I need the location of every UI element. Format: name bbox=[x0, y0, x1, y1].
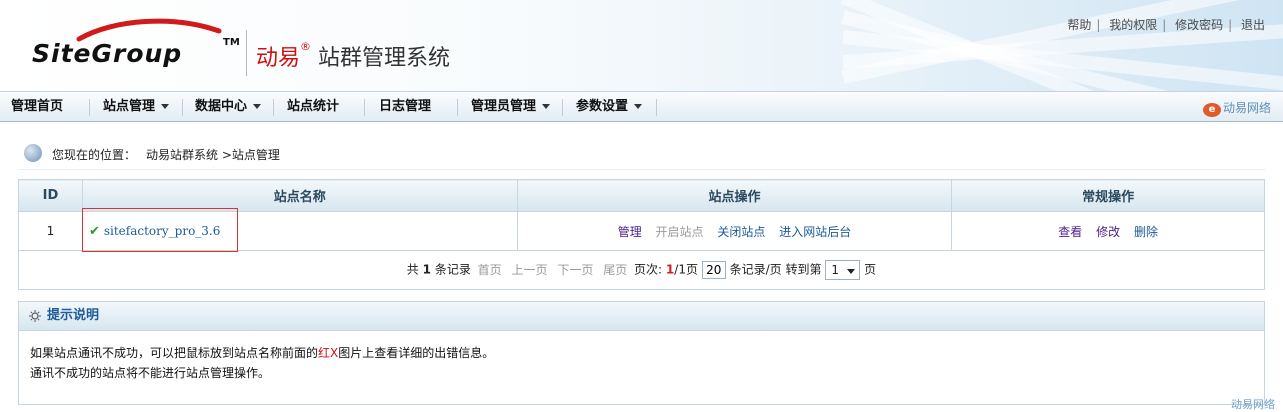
chevron-down-icon bbox=[634, 104, 643, 109]
site-ops-cell: 管理 开启站点 关闭站点 进入网站后台 bbox=[516, 211, 953, 251]
my-permissions-link[interactable]: 我的权限 bbox=[1109, 18, 1157, 32]
chevron-down-icon bbox=[253, 104, 262, 109]
tip-line-1: 如果站点通讯不成功，可以把鼠标放到站点名称前面的红X图片上查看详细的出错信息。 bbox=[30, 346, 495, 360]
tip-title: 提示说明 bbox=[47, 308, 100, 323]
nav-item-log-management[interactable]: 日志管理 bbox=[379, 92, 431, 122]
next-page-link[interactable]: 下一页 bbox=[557, 263, 593, 277]
page-size-input[interactable] bbox=[701, 261, 726, 279]
system-title: 动易® 站群管理系统 bbox=[256, 40, 451, 71]
site-table: ID 站点名称 站点操作 常规操作 1 ✔ sitefactory_pro_3.6… bbox=[18, 179, 1265, 290]
table-row: 1 ✔ sitefactory_pro_3.6 管理 开启站点 关闭站点 进入网站… bbox=[18, 211, 1265, 251]
first-page-link[interactable]: 首页 bbox=[478, 263, 502, 277]
pagination: 共 1 条记录 首页 上一页 下一页 尾页 页次: 1/1页 条记录/页 转到第… bbox=[18, 250, 1265, 290]
edit-link[interactable]: 修改 bbox=[1096, 225, 1120, 239]
tip-body: 如果站点通讯不成功，可以把鼠标放到站点名称前面的红X图片上查看详细的出错信息。 … bbox=[19, 331, 1264, 383]
company-logo-icon: e bbox=[1202, 103, 1221, 117]
column-header-site-name: 站点名称 bbox=[81, 179, 518, 212]
app-header: SiteGroup TM 动易® 站群管理系统 帮助 | 我的权限 | 修改密码 | … bbox=[0, 0, 1283, 91]
nav-item-settings[interactable]: 参数设置 bbox=[576, 92, 643, 122]
disable-site-link[interactable]: 关闭站点 bbox=[717, 225, 765, 239]
nav-item-admin-management[interactable]: 管理员管理 bbox=[471, 92, 551, 122]
logo-trademark: TM bbox=[223, 37, 240, 48]
site-name-link[interactable]: sitefactory_pro_3.6 bbox=[104, 224, 221, 238]
help-link[interactable]: 帮助 bbox=[1067, 18, 1091, 32]
header-divider bbox=[246, 30, 247, 76]
header-decoration bbox=[823, 0, 1283, 91]
total-count: 1 bbox=[422, 262, 431, 277]
goto-page-select[interactable]: 1 bbox=[825, 260, 861, 280]
nav-item-site-stats[interactable]: 站点统计 bbox=[287, 92, 339, 122]
chevron-down-icon bbox=[542, 104, 551, 109]
column-header-id: ID bbox=[18, 179, 83, 212]
top-links: 帮助 | 我的权限 | 修改密码 | 退出 bbox=[1067, 18, 1265, 32]
enable-site-link[interactable]: 开启站点 bbox=[656, 225, 704, 239]
breadcrumb: 您现在的位置： 动易站群系统 >站点管理 bbox=[18, 142, 1265, 170]
manage-link[interactable]: 管理 bbox=[618, 225, 642, 239]
site-name-cell: ✔ sitefactory_pro_3.6 bbox=[81, 211, 518, 251]
lightbulb-icon bbox=[29, 309, 41, 322]
change-password-link[interactable]: 修改密码 bbox=[1175, 18, 1223, 32]
table-header-row: ID 站点名称 站点操作 常规操作 bbox=[18, 179, 1265, 212]
common-ops-cell: 查看 修改 删除 bbox=[951, 211, 1265, 251]
chevron-down-icon bbox=[161, 104, 170, 109]
prev-page-link[interactable]: 上一页 bbox=[512, 263, 548, 277]
logout-link[interactable]: 退出 bbox=[1241, 18, 1265, 32]
delete-link[interactable]: 删除 bbox=[1134, 225, 1158, 239]
site-id-cell: 1 bbox=[18, 211, 83, 251]
column-header-common-ops: 常规操作 bbox=[951, 179, 1265, 212]
sitegroup-logo: SiteGroup TM bbox=[32, 17, 242, 73]
breadcrumb-prefix: 您现在的位置： bbox=[52, 148, 137, 162]
globe-icon bbox=[24, 144, 42, 162]
view-link[interactable]: 查看 bbox=[1058, 225, 1082, 239]
tip-line-2: 通讯不成功的站点将不能进行站点管理操作。 bbox=[30, 366, 271, 380]
nav-item-home[interactable]: 管理首页 bbox=[11, 92, 63, 122]
chevron-down-icon bbox=[847, 269, 856, 274]
last-page-link[interactable]: 尾页 bbox=[603, 263, 627, 277]
company-logo: e 动易网络 bbox=[1202, 99, 1271, 117]
footer-brand: 动易网络 bbox=[1231, 398, 1275, 411]
tip-panel: 提示说明 如果站点通讯不成功，可以把鼠标放到站点名称前面的红X图片上查看详细的出… bbox=[18, 301, 1265, 405]
breadcrumb-path: 动易站群系统 >站点管理 bbox=[146, 148, 280, 162]
nav-item-data-center[interactable]: 数据中心 bbox=[195, 92, 262, 122]
main-nav: 管理首页 站点管理 数据中心 站点统计 日志管理 管理员管理 参数设置 e 动易网… bbox=[0, 91, 1283, 122]
check-icon[interactable]: ✔ bbox=[89, 224, 100, 239]
tip-header: 提示说明 bbox=[19, 302, 1264, 331]
enter-backend-link[interactable]: 进入网站后台 bbox=[779, 225, 851, 239]
nav-item-site-management[interactable]: 站点管理 bbox=[103, 92, 170, 122]
column-header-site-ops: 站点操作 bbox=[516, 179, 953, 212]
logo-text: SiteGroup bbox=[32, 39, 183, 68]
pagination-row: 共 1 条记录 首页 上一页 下一页 尾页 页次: 1/1页 条记录/页 转到第… bbox=[18, 250, 1265, 290]
